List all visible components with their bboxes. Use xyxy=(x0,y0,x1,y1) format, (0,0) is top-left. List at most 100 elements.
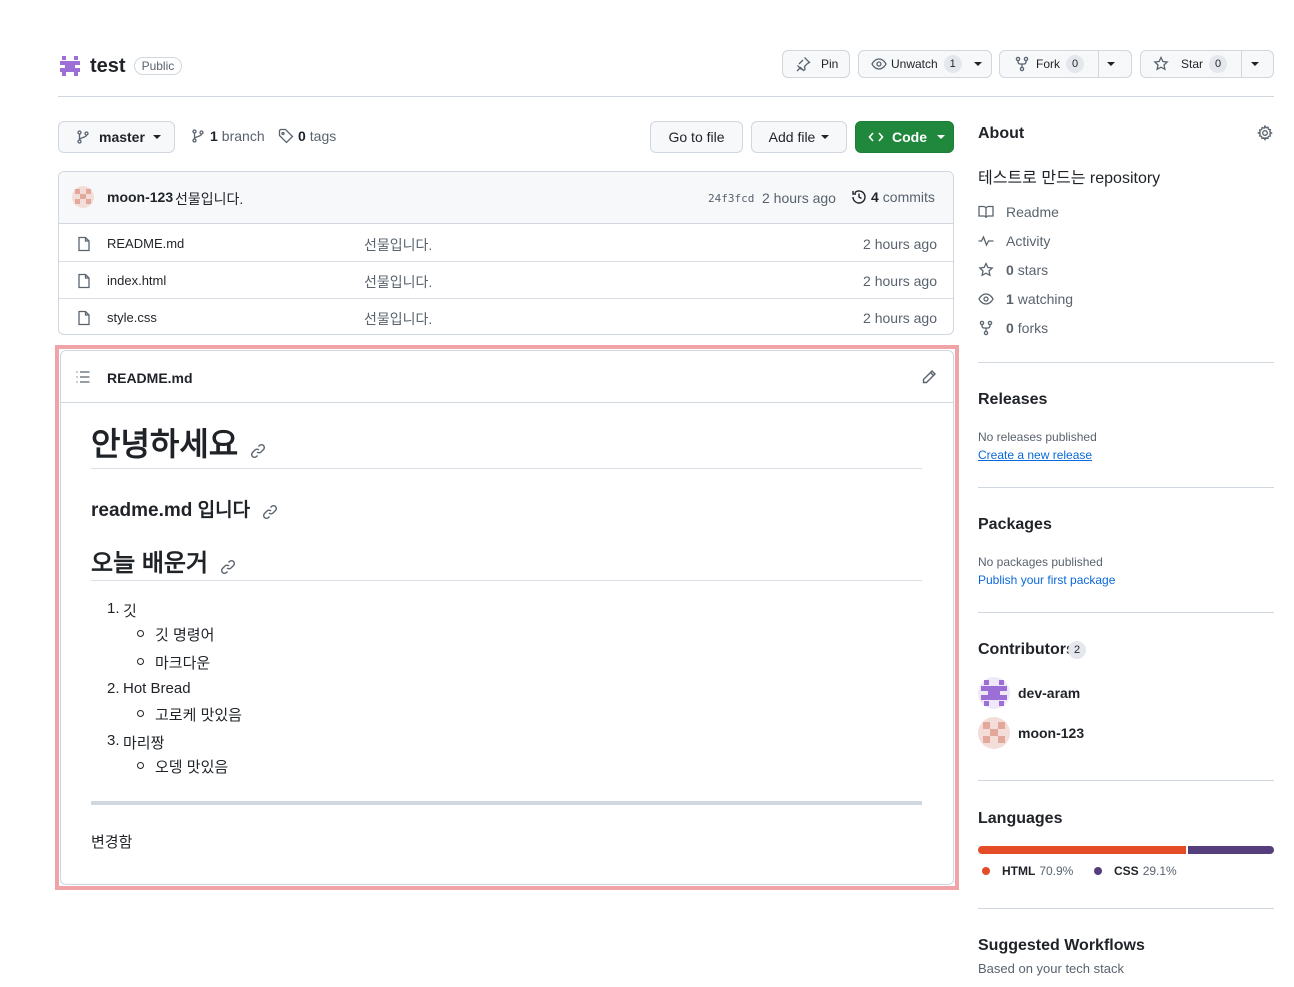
about-title: About xyxy=(978,125,1025,142)
sidebar-divider xyxy=(978,362,1274,363)
list-number: 2. xyxy=(107,680,120,697)
workflows-subtitle: Based on your tech stack xyxy=(978,961,1124,976)
pencil-icon[interactable] xyxy=(921,369,937,385)
star-button[interactable]: Star 0 xyxy=(1140,50,1274,78)
releases-title[interactable]: Releases xyxy=(978,391,1047,409)
contributors-title[interactable]: Contributors xyxy=(978,641,1075,659)
contributor-item[interactable]: moon-123 xyxy=(978,717,1084,749)
readme-paragraph: 변경함 xyxy=(91,834,133,851)
sidebar-divider xyxy=(978,612,1274,613)
file-commit-message[interactable]: 선물입니다. xyxy=(364,309,432,329)
list-outline-icon[interactable] xyxy=(75,369,91,385)
sidebar-readme-link[interactable]: Readme xyxy=(978,202,1059,222)
add-file-button[interactable]: Add file xyxy=(751,121,847,153)
workflows-title: Suggested Workflows xyxy=(978,937,1145,954)
readme-h2: 오늘 배운거 xyxy=(91,543,236,578)
go-to-file-button[interactable]: Go to file xyxy=(650,121,743,153)
tag-word: tags xyxy=(309,128,337,144)
publish-package-link[interactable]: Publish your first package xyxy=(978,573,1115,587)
fork-icon xyxy=(978,320,1006,336)
chevron-down-icon xyxy=(937,135,945,139)
chevron-down-icon xyxy=(973,62,982,66)
history-icon xyxy=(851,189,867,205)
fork-count: 0 xyxy=(1066,55,1084,73)
language-bar xyxy=(978,846,1274,854)
file-row[interactable]: README.md 선물입니다. 2 hours ago xyxy=(59,225,953,262)
readme-panel: README.md 안녕하세요 readme.md 입니다 오늘 배운거 1. … xyxy=(60,350,954,885)
readme-h1: 안녕하세요 xyxy=(91,419,266,465)
file-commit-message[interactable]: 선물입니다. xyxy=(364,272,432,292)
code-label: Code xyxy=(892,129,927,145)
file-commit-message[interactable]: 선물입니다. xyxy=(364,235,432,255)
language-dot xyxy=(982,867,990,875)
releases-note: No releases published xyxy=(978,430,1097,444)
language-name: CSS xyxy=(1114,864,1139,878)
language-item-html[interactable]: HTML 70.9% xyxy=(982,864,1073,878)
file-browser: moon-123 선물입니다. 24f3fcd 2 hours ago 4 co… xyxy=(58,171,954,335)
chevron-down-icon xyxy=(152,135,161,139)
star-dropdown-icon[interactable] xyxy=(1251,62,1259,66)
commit-message[interactable]: 선물입니다. xyxy=(175,189,243,209)
branches-link[interactable]: 1 branch xyxy=(190,128,265,144)
eye-icon xyxy=(978,291,1006,307)
file-name[interactable]: style.css xyxy=(107,310,157,325)
unwatch-button[interactable]: Unwatch 1 xyxy=(858,50,992,78)
branch-name: master xyxy=(99,129,145,145)
readme-file-name[interactable]: README.md xyxy=(107,370,193,386)
languages-title: Languages xyxy=(978,810,1063,827)
contributor-item[interactable]: dev-aram xyxy=(978,677,1080,709)
readme-link-label: Readme xyxy=(1006,204,1059,220)
list-item: 깃 xyxy=(123,603,137,620)
fork-dropdown-icon[interactable] xyxy=(1107,62,1115,66)
link-icon[interactable] xyxy=(220,559,236,575)
fork-button[interactable]: Fork 0 xyxy=(999,50,1132,78)
sidebar-activity-link[interactable]: Activity xyxy=(978,231,1050,251)
list-subitem: 고로케 맛있음 xyxy=(155,707,242,724)
tags-link[interactable]: 0 tags xyxy=(278,128,336,144)
language-bar-segment-html xyxy=(978,846,1187,854)
repo-name-link[interactable]: test xyxy=(90,55,126,78)
pin-icon xyxy=(795,56,811,72)
avatar xyxy=(978,677,1010,709)
star-icon xyxy=(1153,56,1169,72)
book-icon xyxy=(978,204,1006,220)
gear-icon[interactable] xyxy=(1257,125,1273,141)
fork-icon xyxy=(1014,56,1030,72)
author-avatar[interactable] xyxy=(72,186,94,208)
sidebar-stars-link[interactable]: 0 stars xyxy=(978,260,1048,280)
commit-sha[interactable]: 24f3fcd xyxy=(708,192,754,205)
horizontal-rule xyxy=(91,801,922,805)
branch-count: 1 xyxy=(210,128,218,144)
fork-label: Fork xyxy=(1036,57,1060,71)
file-icon xyxy=(76,236,92,252)
file-name[interactable]: README.md xyxy=(107,236,184,251)
watching-count: 1 xyxy=(1006,291,1014,307)
create-release-link[interactable]: Create a new release xyxy=(978,448,1092,462)
file-row[interactable]: index.html 선물입니다. 2 hours ago xyxy=(59,262,953,299)
link-icon[interactable] xyxy=(262,504,278,520)
language-item-css[interactable]: CSS 29.1% xyxy=(1094,864,1177,878)
commit-word: commits xyxy=(882,189,935,205)
branch-select-button[interactable]: master xyxy=(58,121,175,153)
file-name[interactable]: index.html xyxy=(107,273,166,288)
pin-button[interactable]: Pin xyxy=(782,50,850,78)
link-icon[interactable] xyxy=(250,443,266,459)
code-button[interactable]: Code xyxy=(855,121,954,153)
contributors-count: 2 xyxy=(1068,641,1086,659)
stars-word: stars xyxy=(1017,262,1049,278)
star-count: 0 xyxy=(1209,55,1228,73)
heading-divider xyxy=(91,468,922,469)
packages-title[interactable]: Packages xyxy=(978,516,1052,534)
latest-commit-row: moon-123 선물입니다. 24f3fcd 2 hours ago 4 co… xyxy=(59,172,953,224)
list-number: 3. xyxy=(107,732,120,749)
code-icon xyxy=(868,129,884,145)
sidebar-forks-link[interactable]: 0 forks xyxy=(978,318,1048,338)
star-icon xyxy=(978,262,1006,278)
bullet-icon xyxy=(137,658,144,665)
commits-link[interactable]: 4 commits xyxy=(851,189,935,205)
activity-link-label: Activity xyxy=(1006,233,1051,249)
sidebar-watching-link[interactable]: 1 watching xyxy=(978,289,1073,309)
language-dot xyxy=(1094,867,1102,875)
commit-author[interactable]: moon-123 xyxy=(107,189,173,205)
file-row[interactable]: style.css 선물입니다. 2 hours ago xyxy=(59,299,953,334)
